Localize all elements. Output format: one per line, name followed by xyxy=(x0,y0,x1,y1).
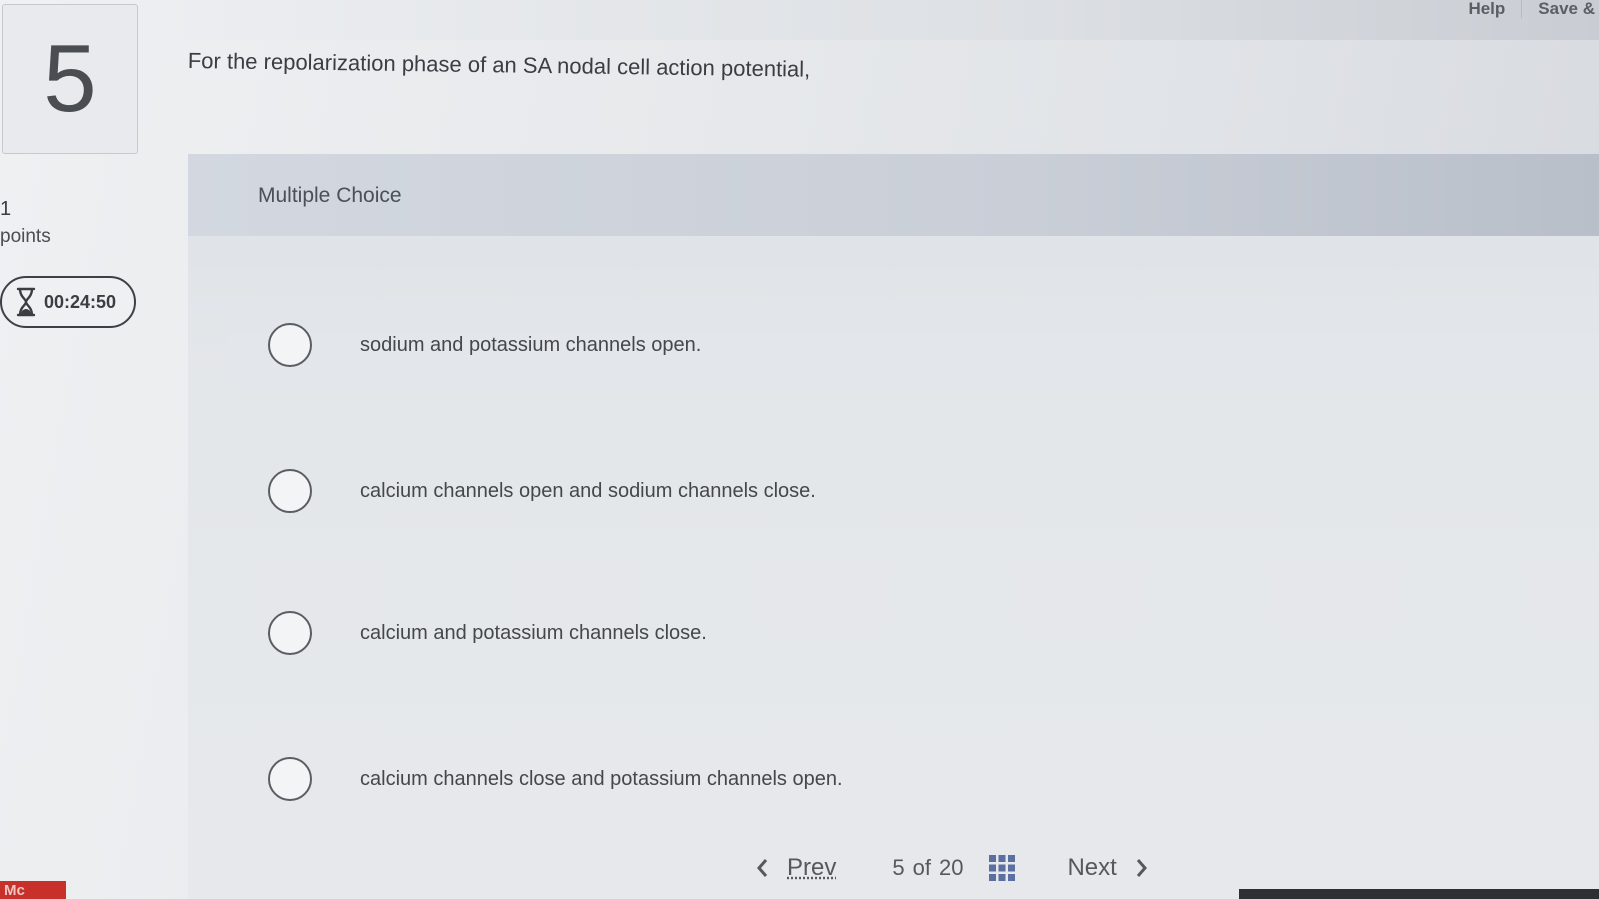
points-label: points xyxy=(0,226,51,247)
save-exit-link[interactable]: Save & xyxy=(1521,0,1599,18)
choice-label: sodium and potassium channels open. xyxy=(360,333,702,356)
question-type-label: Multiple Choice xyxy=(258,184,402,207)
answer-panel: Multiple Choice sodium and potassium cha… xyxy=(188,154,1599,899)
choice-label: calcium channels close and potassium cha… xyxy=(360,767,843,790)
choice-option-3[interactable]: calcium and potassium channels close. xyxy=(228,586,1599,680)
radio-button[interactable] xyxy=(268,757,312,801)
chevron-left-icon xyxy=(757,859,768,877)
radio-button[interactable] xyxy=(268,469,312,513)
hourglass-icon xyxy=(16,287,36,317)
question-number-box: 5 xyxy=(2,4,138,154)
timer[interactable]: 00:24:50 xyxy=(0,276,136,328)
prev-button[interactable]: Prev xyxy=(755,854,836,882)
bottom-edge xyxy=(1239,889,1599,899)
question-prompt: For the repolarization phase of an SA no… xyxy=(187,48,811,82)
points-value: 1 xyxy=(0,198,12,220)
pagination: Prev 5 of 20 Next xyxy=(755,848,1195,888)
prev-label: Prev xyxy=(787,854,837,881)
choice-label: calcium channels open and sodium channel… xyxy=(360,479,816,502)
help-link[interactable]: Help xyxy=(1452,0,1521,18)
choice-option-4[interactable]: calcium channels close and potassium cha… xyxy=(228,732,1599,826)
question-grid-button[interactable] xyxy=(989,855,1016,881)
next-label: Next xyxy=(1067,854,1117,881)
radio-button[interactable] xyxy=(268,611,312,655)
page-indicator: 5 of 20 xyxy=(892,855,971,881)
chevron-right-icon xyxy=(1136,859,1147,877)
question-number: 5 xyxy=(43,25,97,132)
page-of-label: of xyxy=(912,855,931,880)
choice-option-1[interactable]: sodium and potassium channels open. xyxy=(228,298,1599,392)
top-bar: Help Save & xyxy=(140,0,1599,40)
choice-option-2[interactable]: calcium channels open and sodium channel… xyxy=(228,444,1599,538)
current-page: 5 xyxy=(892,855,905,880)
timer-text: 00:24:50 xyxy=(44,291,117,312)
panel-header: Multiple Choice xyxy=(188,154,1599,236)
top-links: Help Save & xyxy=(1452,0,1599,22)
next-button[interactable]: Next xyxy=(1067,854,1148,882)
grid-icon xyxy=(989,855,1016,881)
total-pages: 20 xyxy=(938,855,964,880)
radio-button[interactable] xyxy=(268,323,312,367)
brand-logo: Mc xyxy=(0,881,66,899)
choice-label: calcium and potassium channels close. xyxy=(360,621,707,644)
